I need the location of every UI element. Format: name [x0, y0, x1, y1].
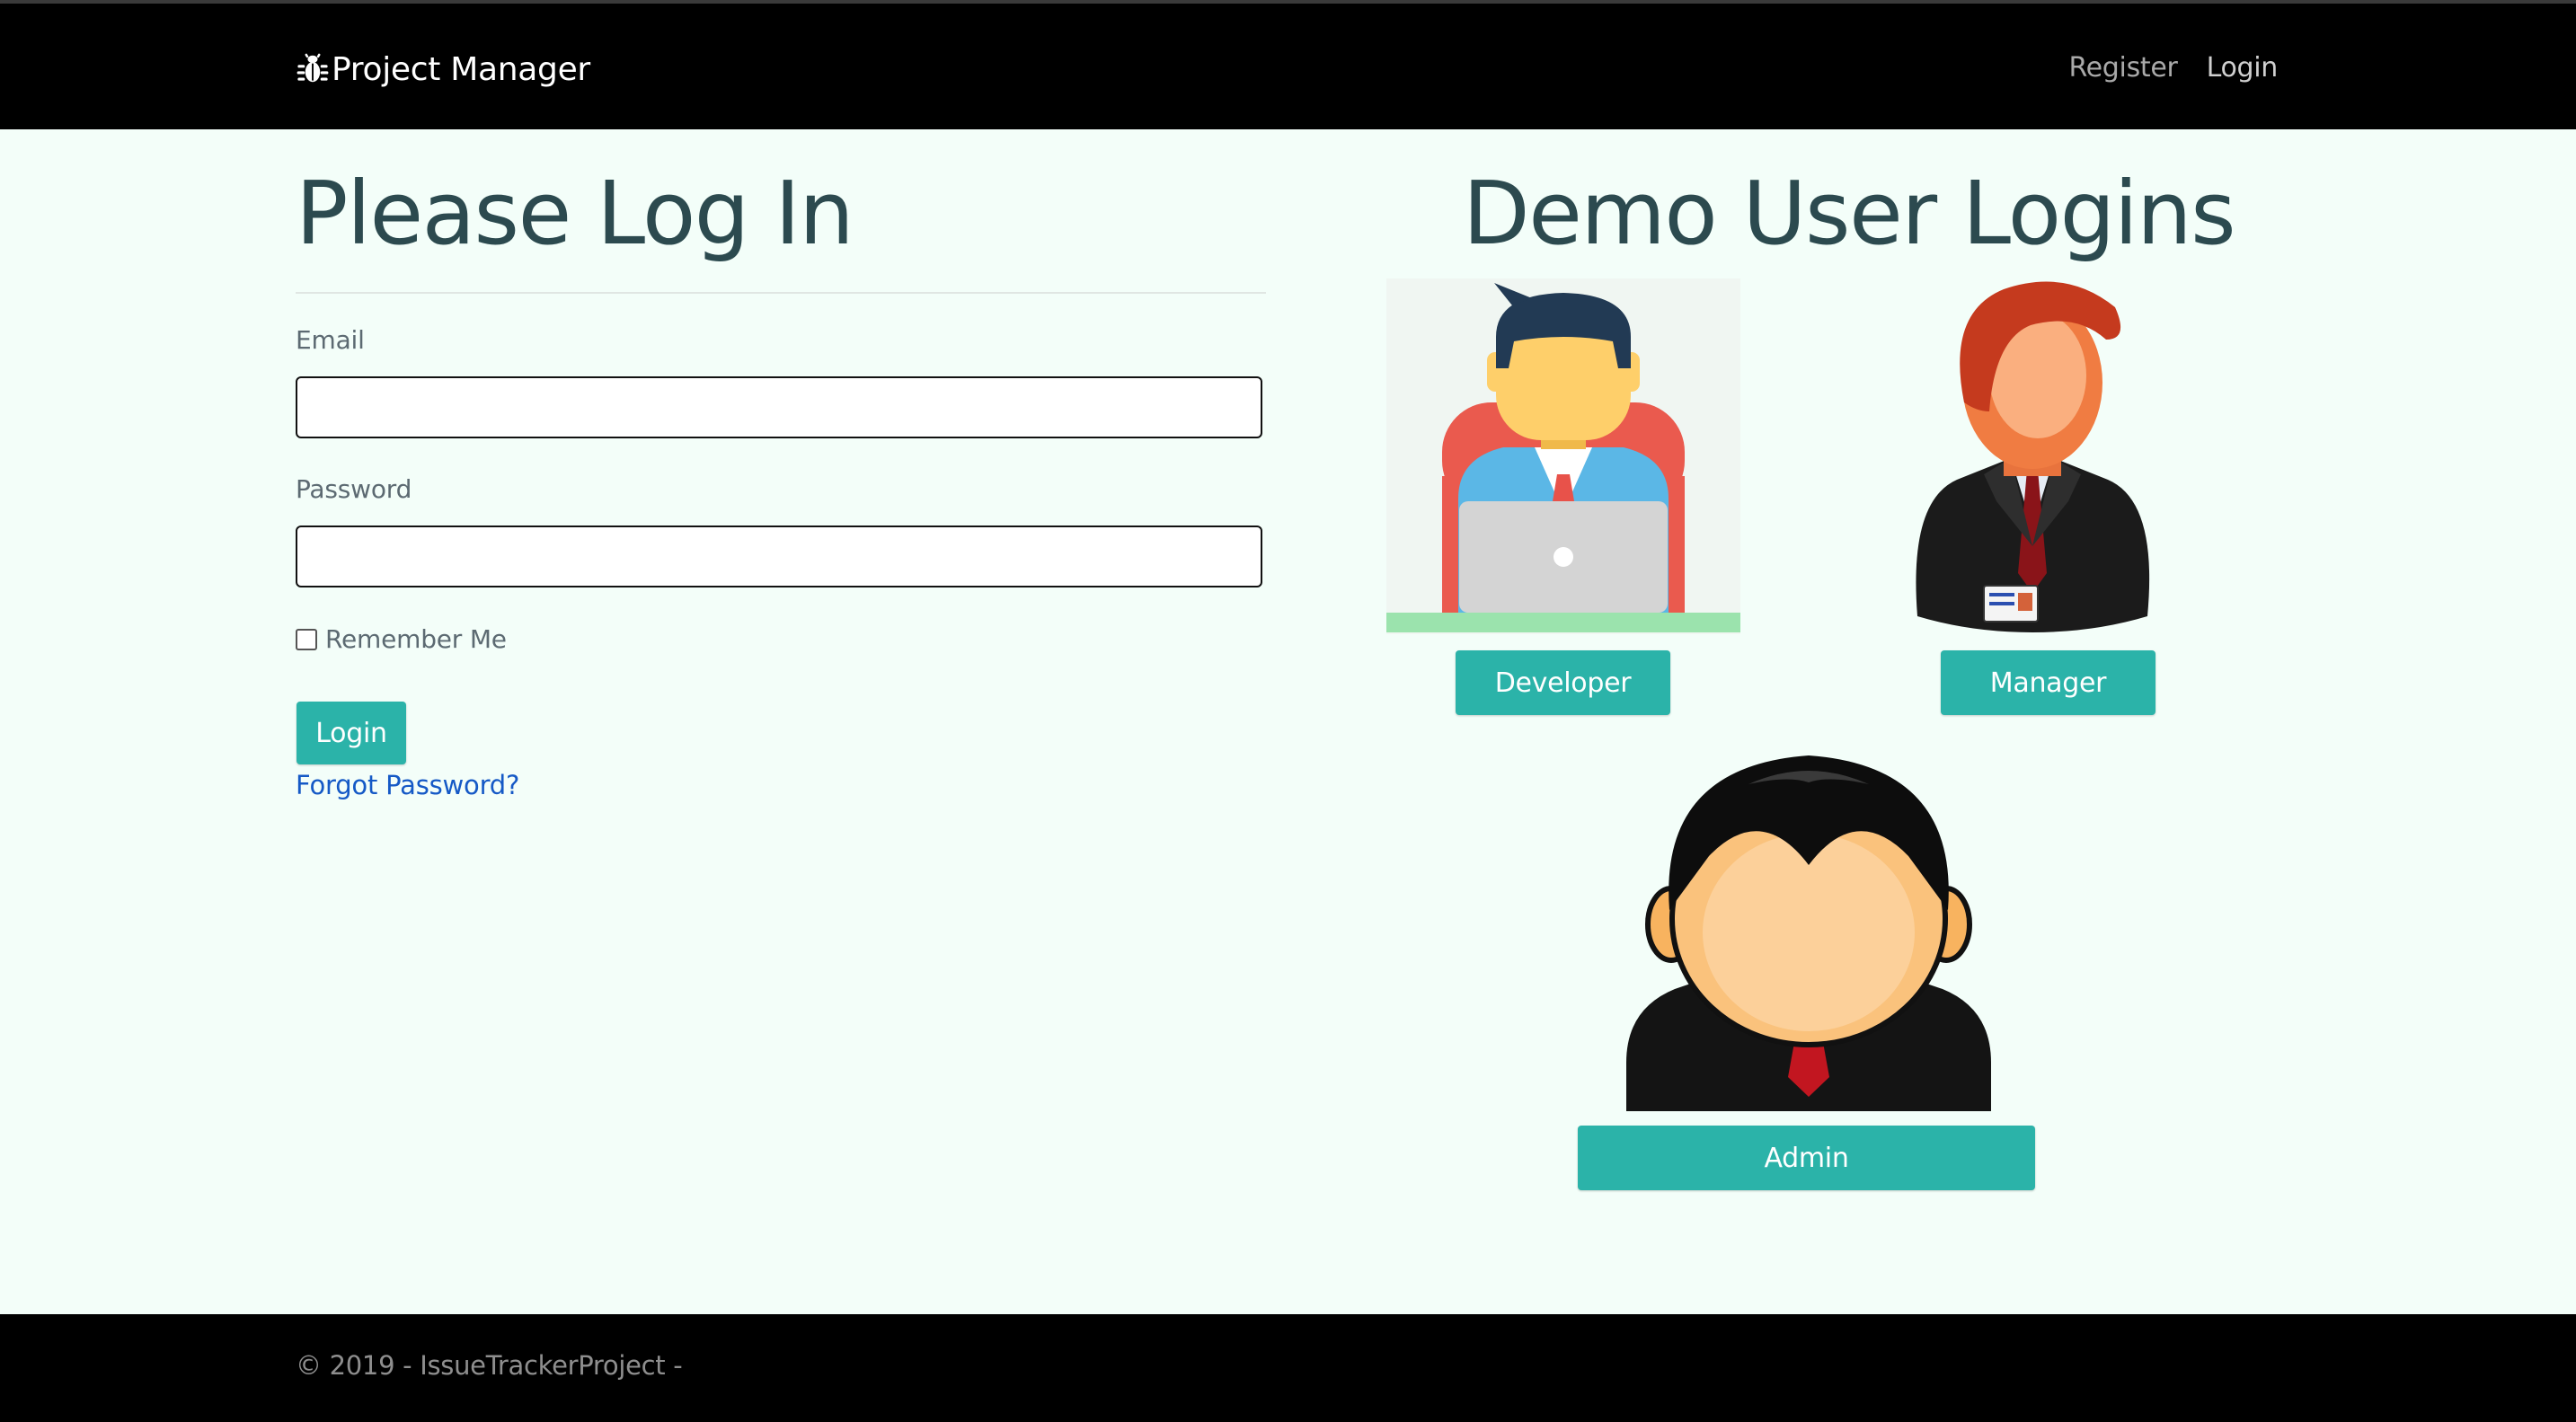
brand[interactable]: Project Manager — [296, 49, 590, 90]
developer-avatar — [1386, 278, 1740, 634]
forgot-password-link[interactable]: Forgot Password? — [296, 770, 519, 800]
developer-demo-button[interactable]: Developer — [1456, 650, 1670, 715]
manager-avatar — [1916, 281, 2150, 632]
footer-copyright: © 2019 - IssueTrackerProject - — [296, 1350, 683, 1381]
top-navbar: Project Manager Register Login — [0, 4, 2576, 129]
remember-me: Remember Me — [296, 624, 507, 654]
login-title: Please Log In — [296, 163, 854, 264]
demo-title: Demo User Logins — [1463, 163, 2236, 264]
login-button[interactable]: Login — [297, 702, 406, 764]
admin-avatar — [1626, 755, 1991, 1111]
password-field[interactable] — [296, 526, 1262, 587]
register-link[interactable]: Register — [2068, 52, 2177, 84]
remember-me-label: Remember Me — [325, 624, 507, 654]
divider — [296, 292, 1266, 294]
brand-name: Project Manager — [332, 50, 590, 88]
password-label: Password — [296, 474, 412, 504]
nav-links: Register Login — [2068, 52, 2278, 84]
manager-demo-button[interactable]: Manager — [1941, 650, 2156, 715]
bug-icon — [297, 53, 329, 83]
login-link[interactable]: Login — [2207, 52, 2279, 84]
admin-demo-button[interactable]: Admin — [1578, 1126, 2035, 1190]
email-label: Email — [296, 325, 365, 355]
remember-me-checkbox[interactable] — [296, 628, 317, 650]
email-field[interactable] — [296, 376, 1262, 438]
